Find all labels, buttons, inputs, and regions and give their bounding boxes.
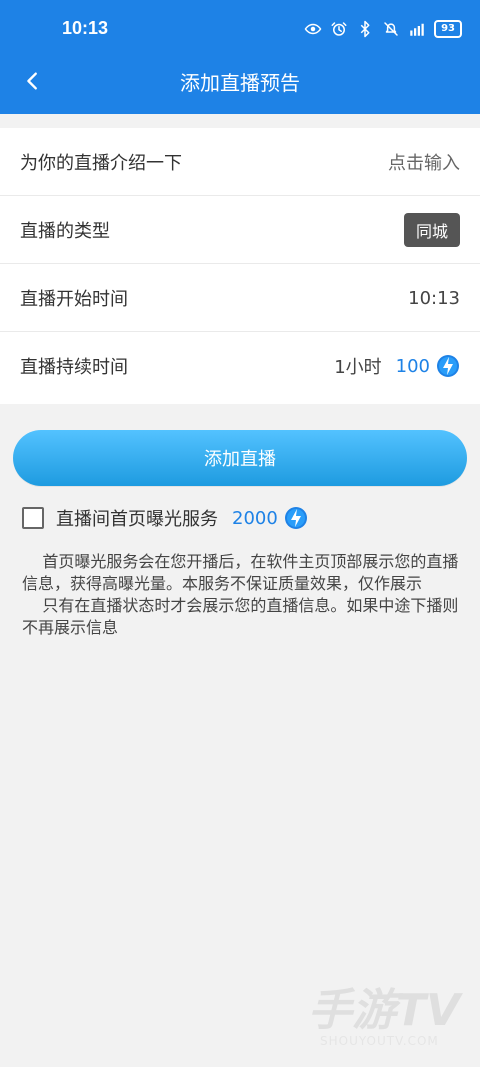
bluetooth-icon: [356, 20, 374, 38]
eye-icon: [304, 20, 322, 38]
duration-cost: 100: [396, 354, 460, 378]
watermark-text: 手游TV: [308, 985, 463, 1036]
duration-cost-value: 100: [395, 355, 430, 377]
watermark-subtext: SHOUYOUTV.COM: [320, 1034, 439, 1048]
bell-off-icon: [382, 20, 400, 38]
row-start-time-label: 直播开始时间: [20, 289, 128, 310]
exposure-service[interactable]: 直播间首页曝光服务 2000: [22, 500, 308, 536]
signal-icon: [408, 20, 426, 38]
row-start-time[interactable]: 直播开始时间 10:13: [0, 264, 480, 332]
battery-indicator: 93: [434, 20, 462, 38]
start-time-value[interactable]: 10:13: [408, 264, 460, 332]
lightning-coin-icon: [437, 355, 459, 377]
duration-controls[interactable]: 1小时 100: [334, 332, 460, 400]
alarm-icon: [330, 20, 348, 38]
row-duration[interactable]: 直播持续时间 1小时 100: [0, 332, 480, 400]
top-spacer: [0, 114, 480, 128]
row-duration-label: 直播持续时间: [20, 357, 128, 378]
intro-input[interactable]: 点击输入: [388, 128, 460, 196]
duration-value[interactable]: 1小时: [334, 353, 381, 379]
row-intro-label: 为你的直播介绍一下: [20, 153, 182, 174]
app-bar: 添加直播预告: [0, 48, 480, 114]
exposure-checkbox[interactable]: [22, 507, 44, 529]
status-bar: 10:13 93: [0, 0, 480, 48]
row-intro[interactable]: 为你的直播介绍一下 点击输入: [0, 128, 480, 196]
battery-level: 93: [441, 23, 455, 34]
form-panel: 为你的直播介绍一下 点击输入 直播的类型 同城 直播开始时间 10:13 直播持…: [0, 128, 480, 404]
lightning-coin-icon: [284, 507, 307, 529]
status-icons: 93: [304, 18, 462, 40]
row-type[interactable]: 直播的类型 同城: [0, 196, 480, 264]
row-type-value[interactable]: 同城: [403, 196, 460, 264]
page-title: 添加直播预告: [180, 70, 300, 95]
watermark-logo: 手游TV SHOUYOUTV.COM: [308, 985, 463, 1048]
exposure-cost: 2000: [232, 506, 308, 530]
add-live-button[interactable]: 添加直播: [13, 430, 467, 486]
row-type-label: 直播的类型: [20, 221, 110, 242]
status-time: 10:13: [62, 18, 109, 38]
exposure-description: 首页曝光服务会在您开播后，在软件主页顶部展示您的直播信息，获得高曝光量。本服务不…: [22, 552, 459, 637]
type-pill[interactable]: 同城: [403, 213, 460, 247]
exposure-cost-value: 2000: [232, 507, 278, 529]
exposure-label: 直播间首页曝光服务: [56, 509, 218, 530]
